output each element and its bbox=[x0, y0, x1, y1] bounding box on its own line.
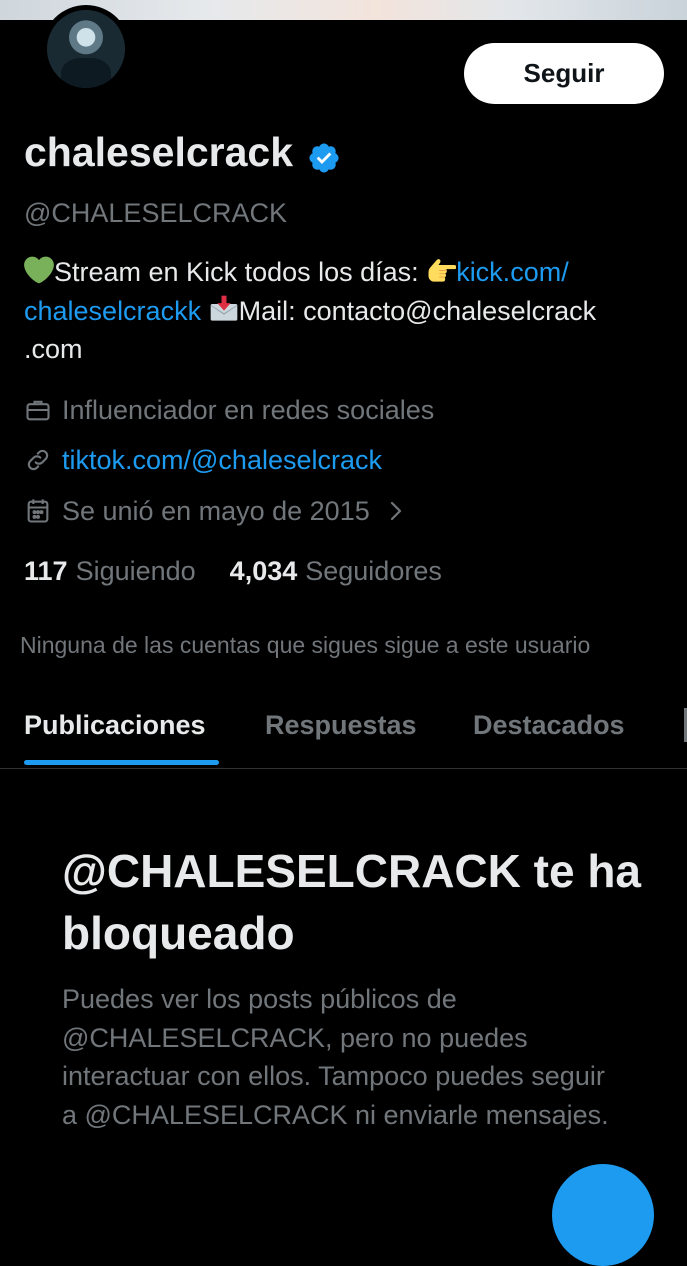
bio-text-2: Mail: contacto@chaleselcrack bbox=[238, 295, 597, 326]
profile-tabs: Publicaciones Respuestas Destacados bbox=[0, 686, 687, 769]
followers-label: Seguidores bbox=[305, 556, 442, 586]
category-text: Influenciador en redes sociales bbox=[62, 395, 435, 425]
display-name: chaleselcrack bbox=[24, 129, 294, 175]
profile-category: Influenciador en redes sociales bbox=[24, 393, 434, 427]
briefcase-icon bbox=[24, 396, 52, 424]
calendar-icon bbox=[24, 497, 52, 525]
bio-text-3: .com bbox=[24, 334, 83, 364]
tab-destacados[interactable]: Destacados bbox=[473, 708, 625, 742]
avatar-image bbox=[47, 10, 125, 88]
backhand-index-pointing-right-emoji bbox=[426, 255, 457, 285]
website-link[interactable]: tiktok.com/@chaleselcrack bbox=[62, 443, 382, 477]
link-icon bbox=[24, 446, 52, 474]
verified-badge-icon[interactable] bbox=[307, 135, 341, 173]
profile-joined[interactable]: Se unió en mayo de 2015 bbox=[24, 494, 404, 528]
tab-publicaciones[interactable]: Publicaciones bbox=[24, 708, 206, 742]
bio: Stream en Kick todos los días: kick.com/… bbox=[24, 253, 664, 369]
bio-link-kick[interactable]: kick.com/ bbox=[456, 257, 569, 287]
compose-fab-button[interactable] bbox=[552, 1164, 654, 1266]
avatar[interactable] bbox=[42, 5, 130, 93]
tab-respuestas[interactable]: Respuestas bbox=[265, 708, 417, 742]
active-tab-indicator bbox=[24, 760, 219, 765]
followers-stat[interactable]: 4,034 Seguidores bbox=[230, 554, 442, 588]
following-stat[interactable]: 117 Siguiendo bbox=[24, 554, 196, 588]
follow-button[interactable]: Seguir bbox=[464, 43, 664, 104]
envelope-with-arrow-emoji bbox=[209, 294, 239, 324]
followers-count: 4,034 bbox=[229, 556, 298, 586]
following-label: Siguiendo bbox=[75, 556, 196, 586]
follow-stats: 117 Siguiendo 4,034 Seguidores bbox=[24, 554, 442, 588]
blocked-description: Puedes ver los posts públicos de @CHALES… bbox=[62, 984, 609, 1130]
display-name-row: chaleselcrack bbox=[24, 126, 341, 178]
followers-you-know-note: Ninguna de las cuentas que sigues sigue … bbox=[20, 632, 591, 658]
blocked-title: @CHALESELCRACK te ha bloqueado bbox=[62, 845, 641, 959]
handle: @CHALESELCRACK bbox=[24, 198, 287, 228]
bio-link-kick-continued[interactable]: chaleselcrackk bbox=[24, 296, 201, 326]
green-heart-emoji bbox=[24, 255, 54, 285]
bio-text-1: Stream en Kick todos los días: bbox=[54, 257, 427, 287]
joined-text: Se unió en mayo de 2015 bbox=[62, 496, 370, 526]
following-count: 117 bbox=[24, 556, 68, 586]
profile-website[interactable]: tiktok.com/@chaleselcrack bbox=[24, 443, 382, 477]
chevron-right-icon bbox=[388, 498, 404, 524]
